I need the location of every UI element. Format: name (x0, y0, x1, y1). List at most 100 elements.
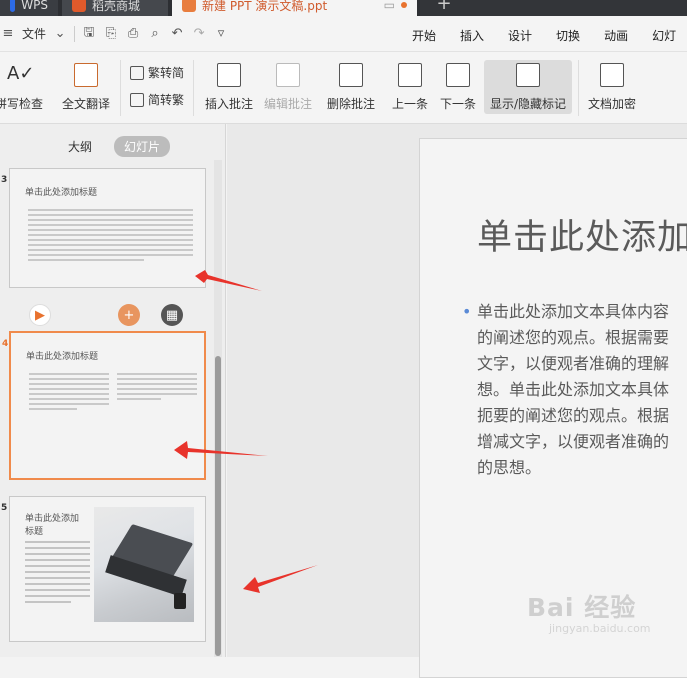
play-icon[interactable]: ▶ (29, 304, 51, 326)
slide-title[interactable]: 单击此处添加 (477, 209, 687, 260)
slide-thumbnail-5[interactable]: 5 单击此处添加标题 (1, 496, 206, 642)
customize-toolbar-icon[interactable]: ▿ (213, 26, 229, 42)
title-tab-bar: WPS 稻壳商城 新建 PPT 演示文稿.ppt ▭ + (0, 0, 687, 16)
chevron-down-icon[interactable]: ⌄ (52, 26, 68, 42)
export-pdf-icon[interactable]: ⎘ (103, 26, 119, 42)
tab-store-label: 稻壳商城 (92, 0, 141, 13)
monitor-icon[interactable]: ▭ (384, 0, 395, 12)
tab-transition[interactable]: 切换 (556, 27, 580, 44)
delete-comment-label: 删除批注 (326, 97, 375, 111)
tab-home[interactable]: 开始 (412, 27, 436, 44)
slide-thumbnail-title: 单击此处添加标题 (26, 352, 99, 362)
edit-comment-button[interactable]: 编辑批注 (260, 62, 316, 112)
add-slide-icon[interactable]: + (118, 304, 140, 326)
divider (120, 60, 121, 116)
slide-thumbnail-3[interactable]: 3 单击此处添加标题 (1, 168, 206, 288)
body-line: 想。单击此处添加文本具体 (477, 380, 670, 399)
slide-thumbnail-text (28, 209, 193, 264)
ppt-file-icon (182, 0, 196, 12)
tab-insert[interactable]: 插入 (460, 27, 484, 44)
cup (174, 593, 186, 609)
translate-label: 全文翻译 (61, 97, 110, 111)
slide-body[interactable]: • 单击此处添加文本具体内容 的阐述您的观点。根据需要 文字，以便观者准确的理解… (462, 299, 687, 481)
body-line: 文字，以便观者准确的理解 (477, 354, 670, 373)
tab-document[interactable]: 新建 PPT 演示文稿.ppt ▭ (172, 0, 417, 16)
slide-editor: 单击此处添加 • 单击此处添加文本具体内容 的阐述您的观点。根据需要 文字，以便… (227, 124, 687, 678)
slide-thumbnail-text (25, 541, 90, 607)
new-tab-icon[interactable]: + (424, 0, 464, 15)
previous-comment-button[interactable]: 上一条 (387, 62, 433, 112)
insert-comment-icon (217, 63, 241, 87)
translate-icon (74, 63, 98, 87)
previous-comment-icon (398, 63, 422, 87)
body-line: 单击此处添加文本具体内容 (477, 302, 670, 321)
insert-comment-button[interactable]: 插入批注 (201, 62, 257, 112)
edit-comment-label: 编辑批注 (263, 97, 312, 111)
edit-comment-icon (276, 63, 300, 87)
tab-design[interactable]: 设计 (508, 27, 532, 44)
tab-wps-label: WPS (21, 0, 48, 12)
file-menu[interactable]: 文件 (22, 25, 46, 42)
panel-scrollbar[interactable] (214, 160, 222, 657)
slide-thumbnail-text-right (117, 373, 197, 403)
trad-to-simp-button[interactable]: 繁转简 (130, 64, 184, 81)
body-line: 扼要的阐述您的观点。根据 (477, 406, 670, 425)
tab-outline[interactable]: 大纲 (58, 136, 102, 157)
tab-wps[interactable]: WPS (0, 0, 58, 16)
divider (578, 60, 579, 116)
menu-bar: ≡ 文件 ⌄ 🖫 ⎘ ⎙ ⌕ ↶ ↷ ▿ 开始 插入 设计 切换 动画 幻灯 (0, 16, 687, 52)
tab-slides[interactable]: 幻灯片 (114, 136, 171, 157)
next-comment-button[interactable]: 下一条 (435, 62, 481, 112)
print-preview-icon[interactable]: ⌕ (147, 26, 163, 42)
divider (193, 60, 194, 116)
spell-check-label: 拼写检查 (0, 97, 43, 111)
translate-button[interactable]: 全文翻译 (60, 62, 112, 112)
tab-slideshow[interactable]: 幻灯 (652, 27, 676, 44)
slide-thumbnail-4[interactable]: 4 单击此处添加标题 (2, 331, 206, 480)
next-comment-label: 下一条 (439, 97, 476, 111)
show-hide-marks-icon (516, 63, 540, 87)
insert-comment-label: 插入批注 (204, 97, 253, 111)
redo-icon[interactable]: ↷ (191, 26, 207, 42)
next-comment-icon (446, 63, 470, 87)
undo-icon[interactable]: ↶ (169, 26, 185, 42)
slide-number: 4 (2, 339, 9, 349)
review-ribbon: A✓ 拼写检查 全文翻译 繁转简 简转繁 插入批注 编辑批注 删除批注 上一条 … (0, 52, 687, 124)
body-line: 的思想。 (477, 458, 542, 477)
simp-to-trad-label: 简转繁 (148, 93, 185, 107)
delete-comment-button[interactable]: 删除批注 (320, 62, 382, 112)
tab-animation[interactable]: 动画 (604, 27, 628, 44)
menu-hamburger-icon[interactable]: ≡ (0, 26, 16, 42)
store-icon (72, 0, 86, 12)
document-encrypt-button[interactable]: 文档加密 (585, 62, 639, 112)
tab-store[interactable]: 稻壳商城 (62, 0, 168, 16)
spell-check-button[interactable]: A✓ 拼写检查 (0, 62, 48, 112)
simp-to-trad-icon (130, 92, 144, 107)
slide-number: 5 (1, 503, 8, 513)
layout-icon[interactable]: ▦ (161, 304, 183, 326)
show-hide-marks-button[interactable]: 显示/隐藏标记 (484, 60, 572, 114)
slide-thumbnail-title: 单击此处添加标题 (25, 188, 98, 198)
laptop-photo (94, 507, 194, 622)
delete-comment-icon (339, 63, 363, 87)
watermark-main: Bai 经验 (527, 593, 637, 622)
trad-to-simp-icon (130, 65, 144, 80)
show-hide-marks-label: 显示/隐藏标记 (489, 97, 567, 111)
slide-thumbnail-text-left (29, 373, 109, 413)
slide-thumbnail-title: 单击此处添加标题 (25, 514, 80, 537)
divider (74, 25, 76, 42)
document-encrypt-label: 文档加密 (587, 97, 636, 111)
simp-to-trad-button[interactable]: 简转繁 (130, 91, 184, 108)
body-line: 增减文字，以便观者准确的 (477, 432, 670, 451)
tab-document-label: 新建 PPT 演示文稿.ppt (202, 0, 328, 13)
wps-logo-icon (10, 0, 16, 12)
save-icon[interactable]: 🖫 (81, 25, 97, 42)
bullet-icon: • (462, 302, 472, 321)
trad-to-simp-label: 繁转简 (148, 66, 185, 80)
print-icon[interactable]: ⎙ (125, 26, 141, 42)
previous-comment-label: 上一条 (391, 97, 428, 111)
baidu-watermark: Bai 经验 jingyan.baidu.com (527, 588, 651, 635)
slide-number: 3 (1, 175, 8, 185)
scrollbar-thumb[interactable] (215, 356, 221, 656)
lock-document-icon (600, 63, 624, 87)
